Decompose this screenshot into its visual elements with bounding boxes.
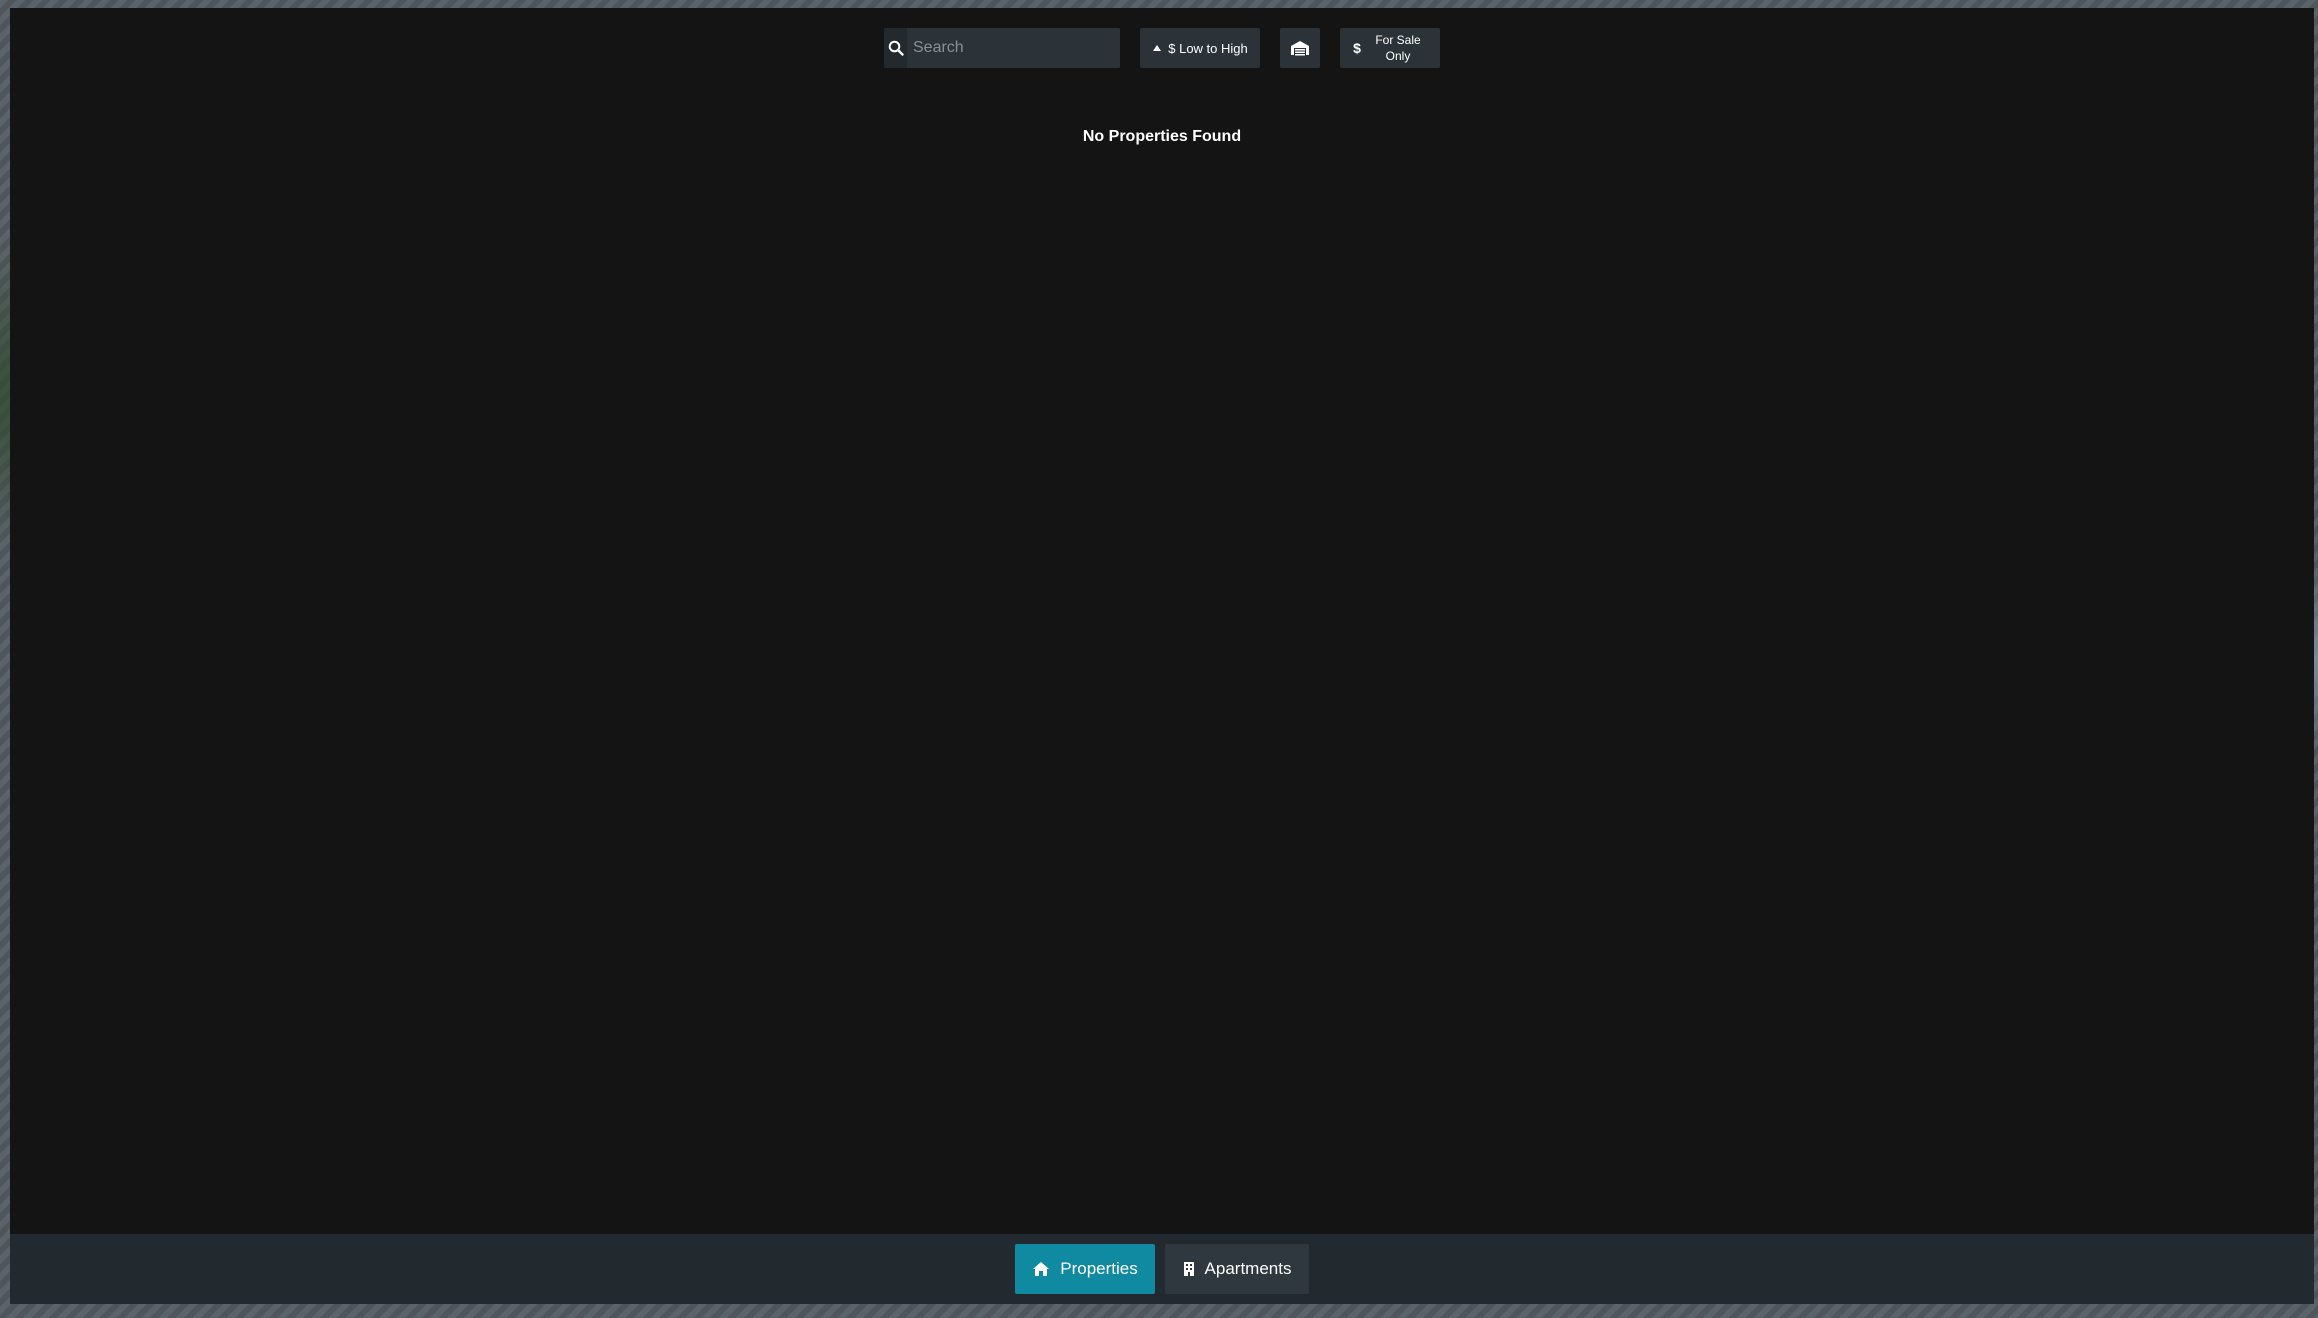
bottom-tab-bar: Properties Apartments [10,1234,2314,1304]
search-input[interactable] [907,28,1120,68]
home-icon [1032,1261,1050,1277]
search-icon[interactable] [884,28,907,68]
for-sale-only-button[interactable]: $ For Sale Only [1340,28,1440,68]
building-icon [1183,1261,1195,1277]
real-estate-panel: $ Low to High $ For Sale Only No Propert… [10,8,2314,1304]
tab-properties-label: Properties [1060,1259,1138,1278]
dollar-icon: $ [1352,40,1362,56]
sort-price-label: $ Low to High [1168,40,1248,56]
tab-apartments[interactable]: Apartments [1165,1244,1309,1294]
empty-results-message: No Properties Found [1082,128,1242,145]
tab-apartments-label: Apartments [1204,1259,1292,1278]
tab-properties[interactable]: Properties [1015,1244,1155,1294]
filter-toolbar: $ Low to High $ For Sale Only [10,28,2314,68]
garage-icon [1290,40,1310,56]
sort-price-button[interactable]: $ Low to High [1140,28,1260,68]
caret-up-icon [1152,44,1162,52]
garage-filter-button[interactable] [1280,28,1320,68]
svg-text:$: $ [1353,40,1361,56]
search-box [884,28,1120,68]
for-sale-only-label: For Sale Only [1375,33,1421,63]
